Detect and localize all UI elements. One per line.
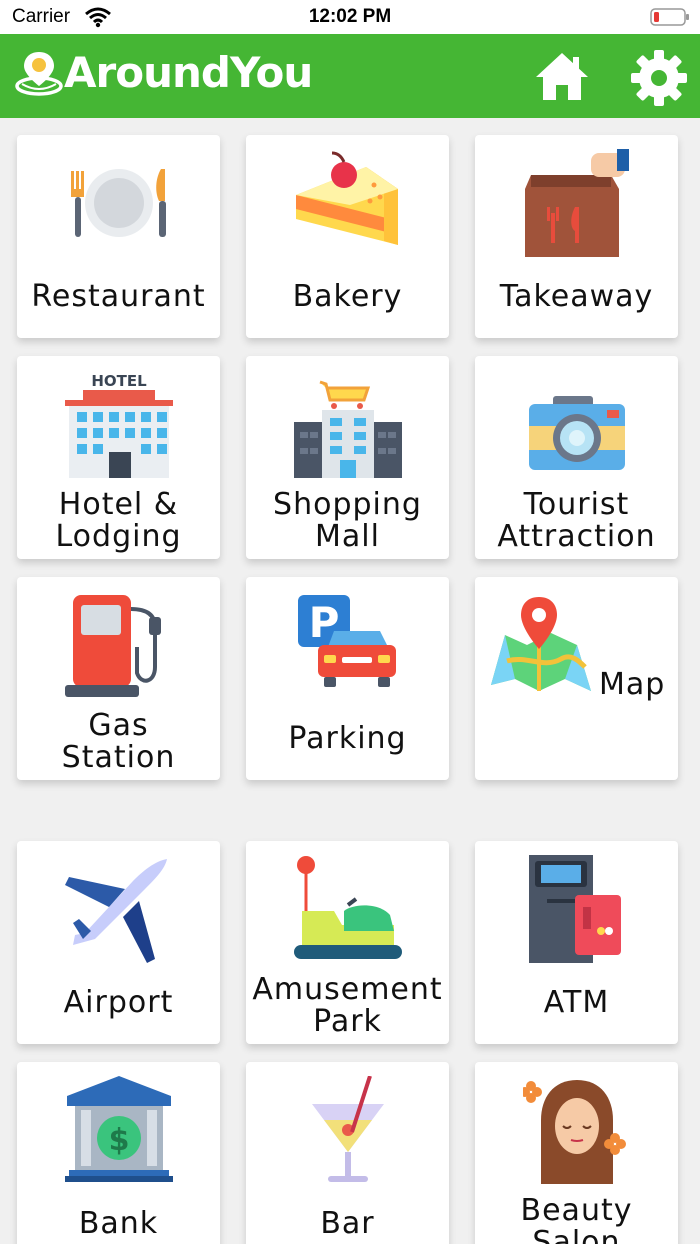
category-label: Airport: [63, 985, 174, 1020]
category-label: Map: [599, 667, 666, 702]
parking-car-icon: P: [298, 595, 396, 687]
clock: 12:02 PM: [308, 6, 392, 27]
category-tile-beauty-salon[interactable]: Beauty Salon: [475, 1062, 678, 1244]
category-label: Bar: [320, 1206, 375, 1241]
bank-dollar-symbol: $: [109, 1123, 130, 1158]
category-tile-amusement-park[interactable]: Amusement Park: [246, 841, 449, 1044]
category-tile-shopping-mall[interactable]: Shopping Mall: [246, 356, 449, 559]
category-label: Gas Station: [61, 708, 176, 775]
category-tile-bar[interactable]: Bar: [246, 1062, 449, 1244]
app-logo-icon: [15, 52, 63, 96]
category-tile-restaurant[interactable]: Restaurant: [17, 135, 220, 338]
hotel-sign-text: HOTEL: [91, 372, 147, 390]
bumper-car-icon: [294, 856, 402, 959]
category-tile-parking[interactable]: P Parking: [246, 577, 449, 780]
home-icon[interactable]: [534, 50, 590, 102]
battery-icon: [650, 8, 689, 26]
status-bar: Carrier 12:02 PM: [0, 0, 700, 34]
shopping-mall-icon: [294, 380, 402, 478]
category-label: Restaurant: [31, 279, 206, 314]
category-tile-takeaway[interactable]: Takeaway: [475, 135, 678, 338]
category-tile-hotel[interactable]: HOTEL Hotel & Lodging: [17, 356, 220, 559]
takeaway-bag-icon: [525, 149, 629, 257]
category-label: Takeaway: [499, 279, 654, 314]
camera-icon: [529, 396, 625, 470]
category-label: Shopping Mall: [273, 487, 422, 554]
app-title: AroundYou: [64, 48, 313, 97]
plate-cutlery-icon: [71, 169, 166, 237]
cake-slice-icon: [296, 151, 398, 245]
category-label: Amusement Park: [252, 972, 443, 1039]
atm-machine-icon: [529, 855, 621, 963]
map-pin-icon: [491, 597, 591, 691]
category-tile-map[interactable]: Map: [475, 577, 678, 780]
category-tile-bank[interactable]: $ Bank: [17, 1062, 220, 1244]
category-label: ATM: [543, 985, 610, 1020]
category-label: Bakery: [292, 279, 403, 314]
category-label: Tourist Attraction: [497, 487, 656, 554]
gas-pump-icon: [65, 595, 161, 697]
category-label: Hotel & Lodging: [55, 487, 182, 554]
hotel-building-icon: HOTEL: [65, 372, 173, 478]
cocktail-glass-icon: [312, 1076, 384, 1182]
airplane-icon: [65, 859, 167, 963]
beauty-face-icon: [523, 1080, 626, 1184]
bank-building-icon: $: [65, 1076, 173, 1182]
app-header: AroundYou: [0, 34, 700, 118]
category-label: Parking: [288, 721, 407, 756]
category-label: Bank: [78, 1206, 159, 1241]
category-tile-atm[interactable]: ATM: [475, 841, 678, 1044]
category-tile-airport[interactable]: Airport: [17, 841, 220, 1044]
category-tile-bakery[interactable]: Bakery: [246, 135, 449, 338]
category-tile-tourist-attraction[interactable]: Tourist Attraction: [475, 356, 678, 559]
category-label: Beauty Salon: [520, 1193, 633, 1244]
category-tile-gas-station[interactable]: Gas Station: [17, 577, 220, 780]
settings-gear-icon[interactable]: [630, 49, 688, 107]
